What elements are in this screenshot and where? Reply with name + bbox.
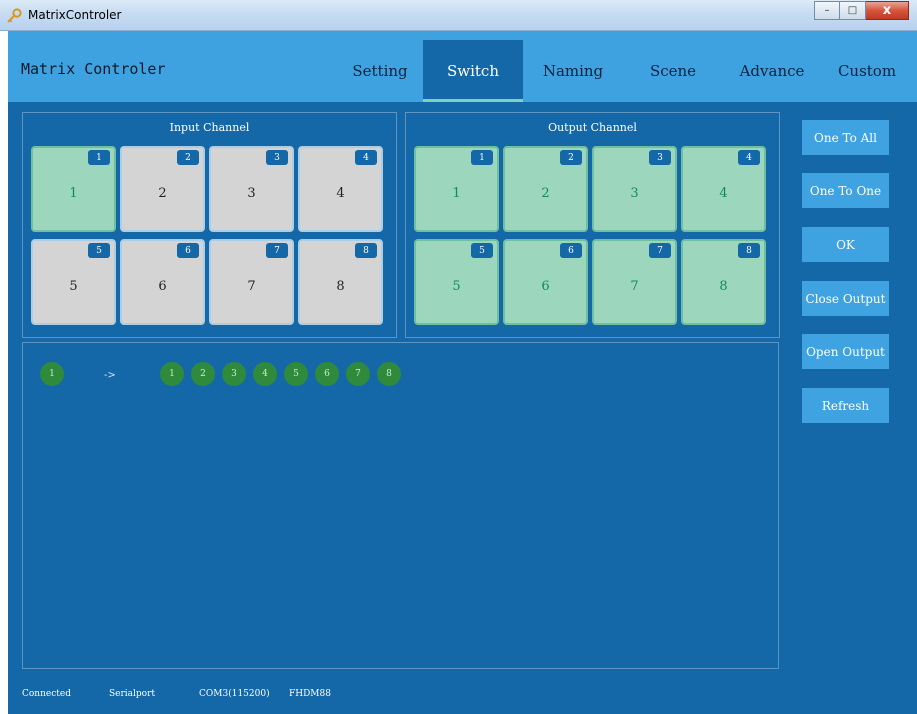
input-tile-badge: 4 (355, 150, 377, 165)
output-tile-badge: 8 (738, 243, 760, 258)
output-tile-badge: 5 (471, 243, 493, 258)
app-window: Matrix Controler Setting Switch Naming S… (8, 31, 917, 714)
output-tile-badge: 6 (560, 243, 582, 258)
input-tile-7[interactable]: 77 (209, 239, 294, 325)
output-tile-label: 2 (541, 186, 550, 201)
input-tile-6[interactable]: 66 (120, 239, 205, 325)
output-channel-title: Output Channel (548, 121, 637, 134)
status-port-type: Serialport (109, 689, 156, 699)
ok-button[interactable]: OK (802, 227, 889, 262)
input-tile-2[interactable]: 22 (120, 146, 205, 232)
mapping-output-dot: 5 (284, 362, 308, 386)
refresh-button[interactable]: Refresh (802, 388, 889, 423)
mapping-output-dot: 7 (346, 362, 370, 386)
key-icon (7, 8, 22, 23)
output-tile-5[interactable]: 55 (414, 239, 499, 325)
input-tile-badge: 5 (88, 243, 110, 258)
maximize-button[interactable]: □ (840, 1, 866, 20)
output-tile-label: 3 (630, 186, 639, 201)
mapping-arrow: -> (104, 370, 116, 381)
output-tile-2[interactable]: 22 (503, 146, 588, 232)
status-connection: Connected (22, 689, 71, 699)
mapping-output-dot: 6 (315, 362, 339, 386)
input-tile-8[interactable]: 88 (298, 239, 383, 325)
status-port: COM3(115200) (199, 689, 270, 699)
window-controls: – □ x (814, 1, 909, 20)
mapping-panel: 1 -> 12345678 (22, 342, 779, 669)
open-output-button[interactable]: Open Output (802, 334, 889, 369)
input-channel-panel: Input Channel 1122334455667788 (22, 112, 397, 338)
one-to-one-button[interactable]: One To One (802, 173, 889, 208)
output-tile-7[interactable]: 77 (592, 239, 677, 325)
input-tile-label: 8 (336, 279, 345, 294)
output-tile-3[interactable]: 33 (592, 146, 677, 232)
input-tile-label: 3 (247, 186, 256, 201)
output-tile-label: 1 (452, 186, 461, 201)
mapping-input-dot: 1 (40, 362, 64, 386)
tab-advance[interactable]: Advance (722, 40, 822, 102)
output-tile-1[interactable]: 11 (414, 146, 499, 232)
input-tile-label: 1 (69, 186, 78, 201)
input-tile-badge: 3 (266, 150, 288, 165)
output-tile-label: 4 (719, 186, 728, 201)
tab-setting[interactable]: Setting (330, 40, 430, 102)
maximize-icon: □ (847, 5, 858, 16)
output-tile-8[interactable]: 88 (681, 239, 766, 325)
mapping-output-dot: 8 (377, 362, 401, 386)
output-tile-label: 5 (452, 279, 461, 294)
input-tile-badge: 7 (266, 243, 288, 258)
app-title: Matrix Controler (21, 60, 166, 78)
output-channel-panel: Output Channel 1122334455667788 (405, 112, 780, 338)
input-tile-label: 4 (336, 186, 345, 201)
input-tile-badge: 8 (355, 243, 377, 258)
output-tile-label: 7 (630, 279, 639, 294)
mapping-output-dot: 4 (253, 362, 277, 386)
close-button[interactable]: x (866, 1, 909, 20)
output-tile-label: 8 (719, 279, 728, 294)
status-device: FHDM88 (289, 689, 331, 699)
mapping-output-dot: 3 (222, 362, 246, 386)
close-output-button[interactable]: Close Output (802, 281, 889, 316)
input-tile-badge: 1 (88, 150, 110, 165)
input-tile-badge: 2 (177, 150, 199, 165)
tab-naming[interactable]: Naming (523, 40, 623, 102)
close-icon: x (882, 3, 892, 18)
input-tile-1[interactable]: 11 (31, 146, 116, 232)
window-titlebar[interactable]: MatrixControler – □ x (0, 0, 917, 31)
input-tile-label: 7 (247, 279, 256, 294)
output-tile-badge: 3 (649, 150, 671, 165)
mapping-output-dot: 1 (160, 362, 184, 386)
output-tile-badge: 4 (738, 150, 760, 165)
header-bar: Matrix Controler Setting Switch Naming S… (8, 31, 917, 102)
output-tile-badge: 2 (560, 150, 582, 165)
input-channel-title: Input Channel (169, 121, 250, 134)
output-tile-badge: 1 (471, 150, 493, 165)
tab-scene[interactable]: Scene (623, 40, 723, 102)
input-tile-label: 2 (158, 186, 167, 201)
input-tile-label: 5 (69, 279, 78, 294)
input-tile-badge: 6 (177, 243, 199, 258)
output-tile-label: 6 (541, 279, 550, 294)
output-tile-6[interactable]: 66 (503, 239, 588, 325)
input-tile-label: 6 (158, 279, 167, 294)
input-tile-4[interactable]: 44 (298, 146, 383, 232)
output-tile-4[interactable]: 44 (681, 146, 766, 232)
output-tile-badge: 7 (649, 243, 671, 258)
one-to-all-button[interactable]: One To All (802, 120, 889, 155)
minimize-button[interactable]: – (814, 1, 840, 20)
tab-custom[interactable]: Custom (817, 40, 917, 102)
input-tile-3[interactable]: 33 (209, 146, 294, 232)
mapping-output-dot: 2 (191, 362, 215, 386)
minimize-icon: – (824, 5, 830, 16)
tab-switch[interactable]: Switch (423, 40, 523, 102)
input-tile-5[interactable]: 55 (31, 239, 116, 325)
window-title: MatrixControler (28, 8, 122, 22)
